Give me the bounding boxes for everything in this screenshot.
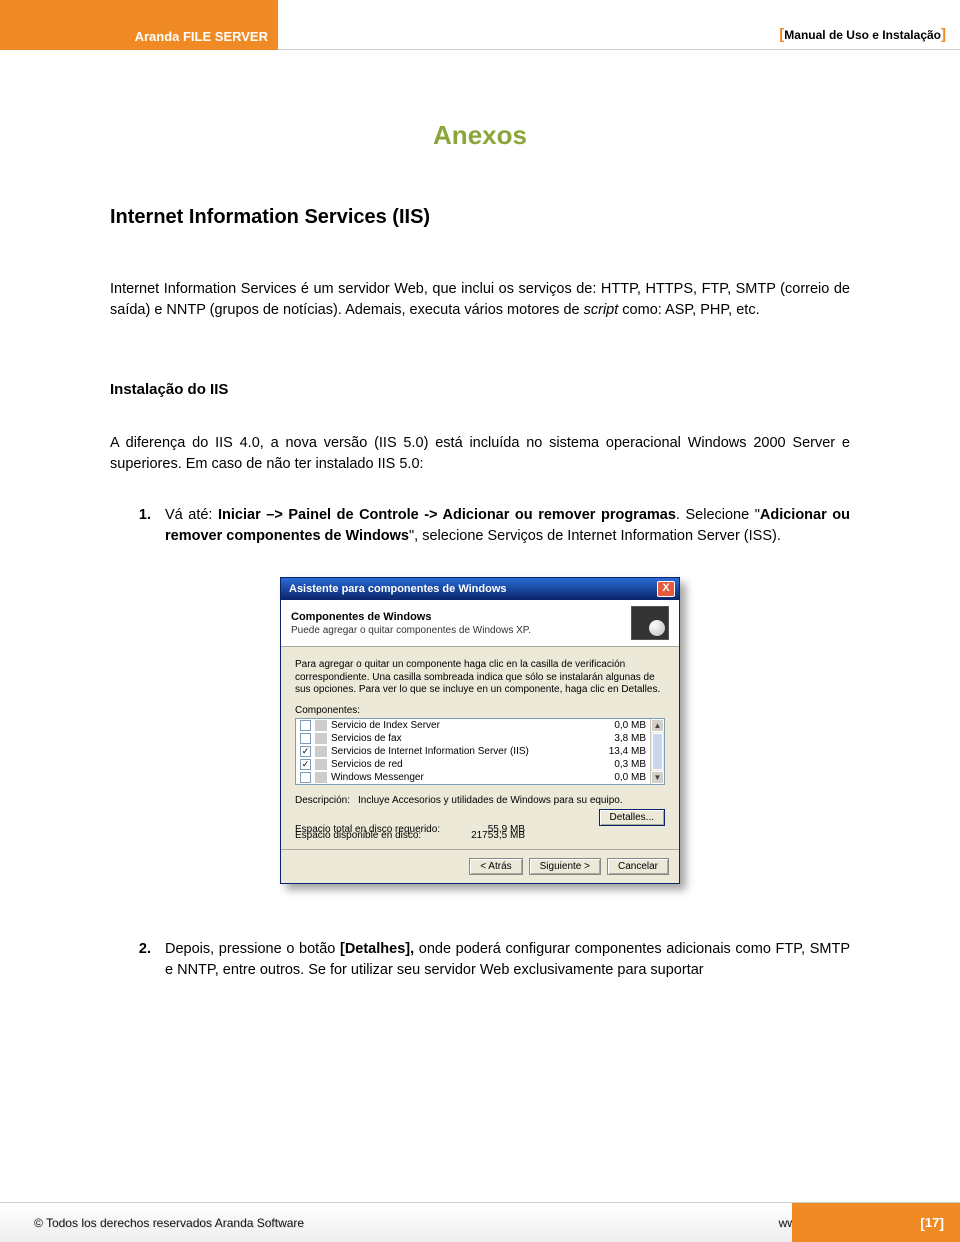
component-name: Windows Messenger xyxy=(331,772,424,783)
component-icon xyxy=(315,733,327,744)
li1-bold1: Iniciar –> Painel de Controle -> Adicion… xyxy=(218,507,676,523)
page-number: 17 xyxy=(925,1215,939,1230)
description-row: Descripción: Incluye Accesorios y utilid… xyxy=(295,795,665,806)
description-value: Incluye Accesorios y utilidades de Windo… xyxy=(358,795,623,806)
dialog-banner: Componentes de Windows Puede agregar o q… xyxy=(281,600,679,647)
scroll-up-icon[interactable]: ▲ xyxy=(651,719,664,732)
list-item[interactable]: Servicio de Index Server 0,0 MB xyxy=(296,719,664,732)
list-item-number: 2. xyxy=(110,939,165,981)
component-name: Servicio de Index Server xyxy=(331,720,440,731)
description-label: Descripción: xyxy=(295,795,350,806)
dialog-footer: < Atrás Siguiente > Cancelar xyxy=(281,849,679,883)
footer-bar: © Todos los derechos reservados Aranda S… xyxy=(0,1202,960,1242)
cd-icon xyxy=(631,606,669,640)
dialog-figure: Asistente para componentes de Windows X … xyxy=(110,577,850,884)
bracket-close-icon: ] xyxy=(941,26,946,43)
p1-italic: script xyxy=(584,302,619,318)
scroll-down-icon[interactable]: ▼ xyxy=(651,771,664,784)
checkbox[interactable] xyxy=(300,733,311,744)
dialog-title-text: Asistente para componentes de Windows xyxy=(285,583,507,595)
banner-subtitle: Puede agregar o quitar componentes de Wi… xyxy=(291,625,531,636)
li1-pre: Vá até: xyxy=(165,507,218,523)
ordered-list: 1. Vá até: Iniciar –> Painel de Controle… xyxy=(110,505,850,981)
dialog-intro-text: Para agregar o quitar un componente haga… xyxy=(295,659,665,697)
component-icon xyxy=(315,759,327,770)
component-icon xyxy=(315,746,327,757)
page-content: Anexos Internet Information Services (II… xyxy=(0,50,960,1192)
component-name: Servicios de red xyxy=(331,759,403,770)
component-icon xyxy=(315,720,327,731)
banner-title: Componentes de Windows xyxy=(291,611,531,623)
next-button[interactable]: Siguiente > xyxy=(529,858,601,875)
page-title: Anexos xyxy=(110,120,850,151)
list-item-number: 1. xyxy=(110,505,165,547)
li1-mid: . Selecione " xyxy=(676,507,760,523)
component-icon xyxy=(315,772,327,783)
space-free-row: Espacio disponible en disco: 21753,5 MB xyxy=(295,830,665,841)
scrollbar[interactable]: ▲ ▼ xyxy=(650,719,664,784)
checkbox[interactable]: ✓ xyxy=(300,746,311,757)
doc-label-text: Manual de Uso e Instalação xyxy=(784,28,941,42)
windows-components-dialog: Asistente para componentes de Windows X … xyxy=(280,577,680,884)
checkbox[interactable] xyxy=(300,772,311,783)
component-name: Servicios de Internet Information Server… xyxy=(331,746,529,757)
li2-bold: [Detalhes], xyxy=(340,941,414,957)
component-name: Servicios de fax xyxy=(331,733,402,744)
section-install-title: Instalação do IIS xyxy=(110,381,850,398)
list-item: 1. Vá até: Iniciar –> Painel de Controle… xyxy=(110,505,850,547)
list-item[interactable]: ✓ Servicios de Internet Information Serve… xyxy=(296,745,664,758)
footer-copyright: © Todos los derechos reservados Aranda S… xyxy=(0,1216,779,1230)
dialog-titlebar: Asistente para componentes de Windows X xyxy=(281,578,679,600)
list-item-body: Depois, pressione o botão [Detalhes], on… xyxy=(165,939,850,981)
section-install-paragraph: A diferença do IIS 4.0, a nova versão (I… xyxy=(110,433,850,475)
p1-post: como: ASP, PHP, etc. xyxy=(618,302,759,318)
close-icon[interactable]: X xyxy=(657,581,675,597)
details-button[interactable]: Detalles... xyxy=(599,809,665,826)
space-free-label: Espacio disponible en disco: xyxy=(295,830,455,841)
list-item: 2. Depois, pressione o botão [Detalhes],… xyxy=(110,939,850,981)
section-iis-paragraph: Internet Information Services é um servi… xyxy=(110,279,850,321)
checkbox[interactable] xyxy=(300,720,311,731)
section-iis-title: Internet Information Services (IIS) xyxy=(110,206,850,229)
footer-page-badge: [17] xyxy=(792,1203,960,1242)
bracket-close-icon: ] xyxy=(939,1215,944,1231)
header-orange-band: Aranda FILE SERVER xyxy=(0,0,278,50)
cancel-button[interactable]: Cancelar xyxy=(607,858,669,875)
list-item[interactable]: Servicios de fax 3,8 MB xyxy=(296,732,664,745)
space-free-value: 21753,5 MB xyxy=(455,830,525,841)
li2-pre: Depois, pressione o botão xyxy=(165,941,340,957)
product-title: Aranda FILE SERVER xyxy=(135,29,268,44)
checkbox[interactable]: ✓ xyxy=(300,759,311,770)
list-item[interactable]: Windows Messenger 0,0 MB xyxy=(296,771,664,784)
components-listbox[interactable]: Servicio de Index Server 0,0 MB Servicio… xyxy=(295,718,665,785)
scroll-thumb[interactable] xyxy=(652,733,663,770)
components-label: Componentes: xyxy=(295,705,665,716)
list-item[interactable]: ✓Servicios de red 0,3 MB xyxy=(296,758,664,771)
back-button[interactable]: < Atrás xyxy=(469,858,522,875)
dialog-body: Para agregar o quitar un componente haga… xyxy=(281,647,679,849)
li1-post: ", selecione Serviços de Internet Inform… xyxy=(409,528,781,544)
doc-label: [Manual de Uso e Instalação] xyxy=(779,26,946,43)
list-item-body: Vá até: Iniciar –> Painel de Controle ->… xyxy=(165,505,850,547)
header-bar: Aranda FILE SERVER [Manual de Uso e Inst… xyxy=(0,0,960,50)
